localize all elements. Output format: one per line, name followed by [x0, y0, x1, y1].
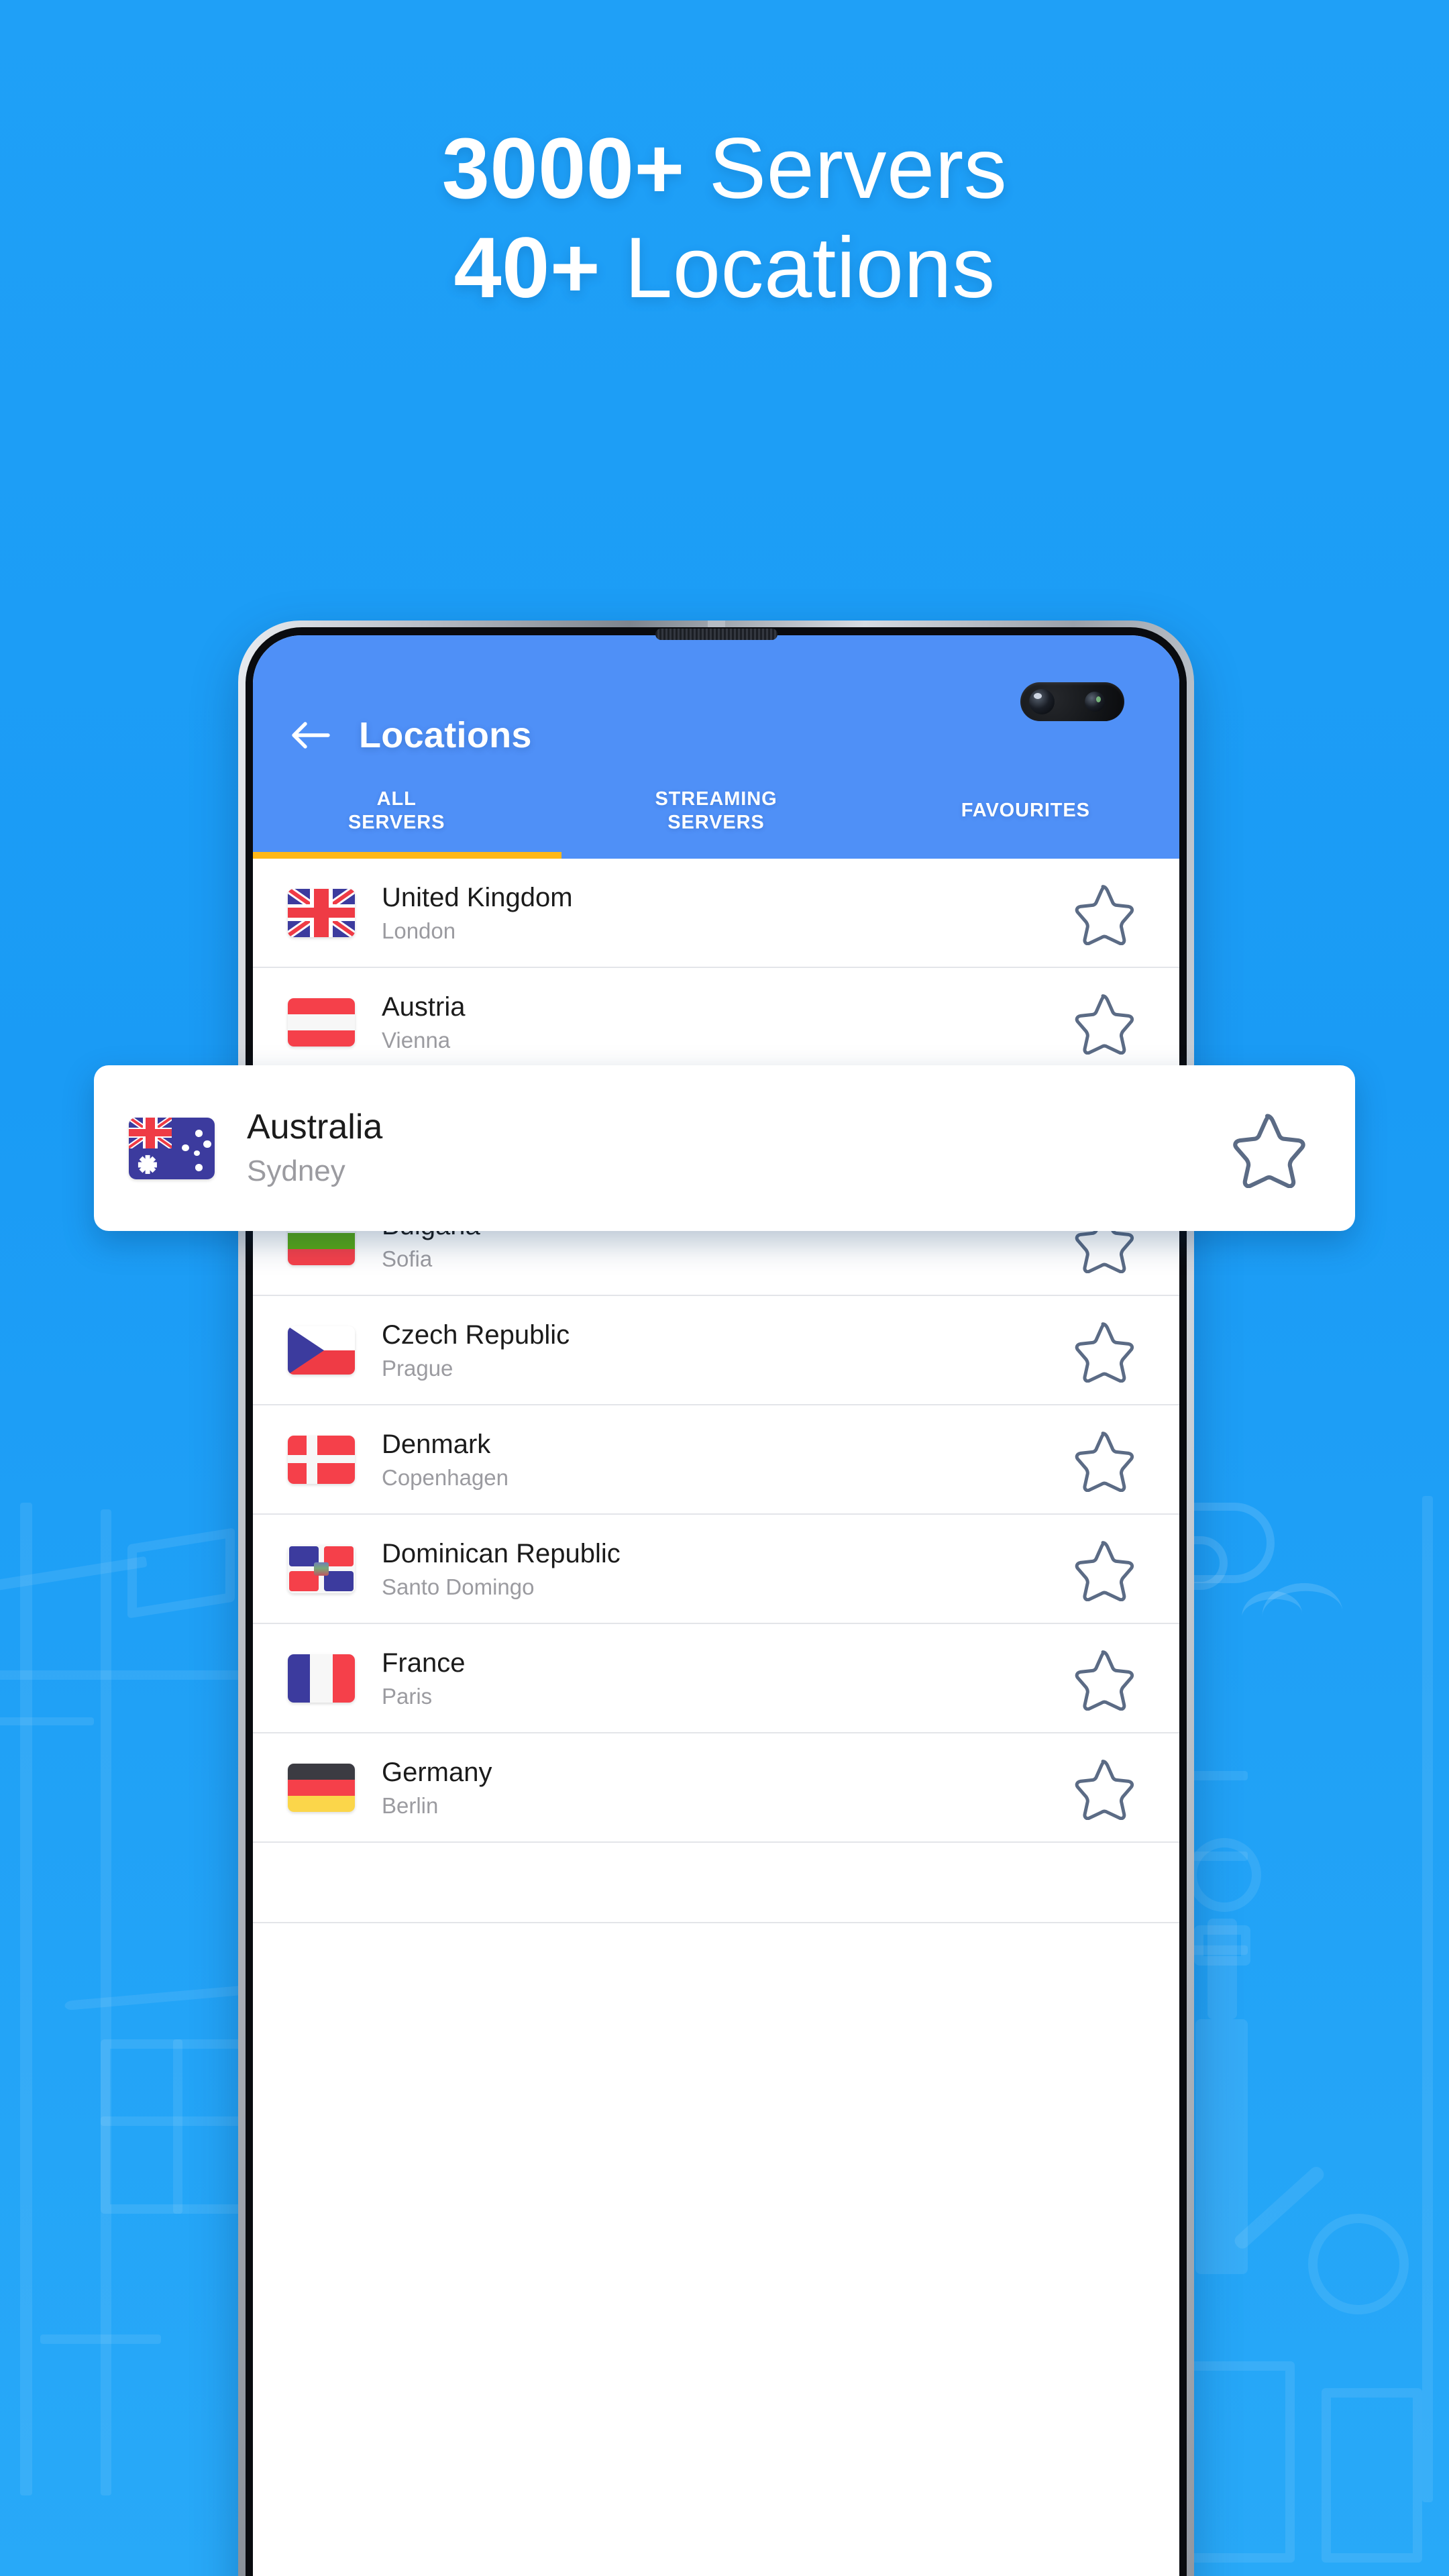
page-title: Locations	[359, 715, 532, 755]
city-name: Berlin	[382, 1792, 439, 1818]
country-name: Austria	[382, 991, 466, 1022]
highlighted-location-card[interactable]: Australia Sydney	[94, 1065, 1355, 1231]
country-name: United Kingdom	[382, 882, 573, 912]
star-outline-icon[interactable]	[1071, 1428, 1135, 1492]
locations-list: United Kingdom London Austria Vienna Sof…	[253, 859, 1179, 1923]
table-row[interactable]: Denmark Copenhagen	[253, 1405, 1179, 1515]
country-name: Denmark	[382, 1429, 491, 1459]
flag-uk-icon	[288, 888, 355, 937]
tab-all-servers[interactable]: ALL SERVERS	[253, 773, 561, 859]
tab-streaming-servers-line1: STREAMING	[655, 788, 777, 810]
city-name: Sofia	[382, 1246, 433, 1271]
phone-mockup: Locations ALL SERVERS STREAMING SERVERS FA…	[238, 621, 1194, 2576]
headline-line-2-strong: 40+	[453, 220, 601, 317]
country-name: France	[382, 1648, 466, 1678]
table-row[interactable]: Germany Berlin	[253, 1733, 1179, 1843]
row-text: Czech Republic Prague	[382, 1320, 1071, 1381]
table-row[interactable]: United Kingdom London	[253, 859, 1179, 968]
tab-streaming-servers-line2: SERVERS	[667, 812, 765, 833]
city-name: Vienna	[382, 1027, 451, 1053]
table-row[interactable]: Austria Vienna	[253, 968, 1179, 1077]
city-name: Sydney	[247, 1155, 345, 1188]
tab-favourites[interactable]: FAVOURITES	[871, 773, 1179, 859]
city-name: Paris	[382, 1683, 433, 1709]
city-name: London	[382, 918, 456, 943]
flag-austria-icon	[288, 998, 355, 1046]
flag-dominican-republic-icon	[288, 1544, 355, 1593]
country-name: Australia	[247, 1108, 383, 1147]
row-text: Germany Berlin	[382, 1757, 1071, 1819]
promo-headline: 3000+ Servers 40+ Locations	[0, 119, 1449, 319]
star-outline-icon[interactable]	[1071, 1646, 1135, 1711]
row-text: United Kingdom London	[382, 882, 1071, 944]
table-row[interactable]	[253, 1843, 1179, 1923]
headline-line-1: 3000+ Servers	[0, 119, 1449, 219]
row-text: Austria Vienna	[382, 991, 1071, 1053]
country-name: Czech Republic	[382, 1320, 570, 1350]
tab-all-servers-line1: ALL	[376, 788, 417, 810]
headline-line-2: 40+ Locations	[0, 219, 1449, 318]
earpiece-speaker-icon	[655, 629, 777, 640]
star-outline-icon[interactable]	[1071, 1318, 1135, 1383]
star-outline-icon[interactable]	[1071, 1537, 1135, 1601]
country-name: Germany	[382, 1757, 492, 1787]
headline-line-2-rest: Locations	[600, 220, 996, 317]
row-text: Denmark Copenhagen	[382, 1429, 1071, 1491]
headline-line-1-rest: Servers	[684, 121, 1008, 217]
country-name: Dominican Republic	[382, 1538, 621, 1568]
tab-streaming-servers[interactable]: STREAMING SERVERS	[561, 773, 870, 859]
header-bar: Locations	[253, 714, 1179, 756]
row-text: Dominican Republic Santo Domingo	[382, 1538, 1071, 1600]
flag-australia-icon	[129, 1117, 215, 1179]
city-name: Santo Domingo	[382, 1574, 535, 1599]
flag-denmark-icon	[288, 1435, 355, 1484]
city-name: Copenhagen	[382, 1464, 509, 1490]
row-text: Australia Sydney	[247, 1108, 1228, 1188]
active-tab-indicator	[253, 852, 562, 859]
phone-screen: Locations ALL SERVERS STREAMING SERVERS FA…	[253, 635, 1179, 2576]
star-outline-icon[interactable]	[1071, 990, 1135, 1055]
headline-line-1-strong: 3000+	[441, 121, 685, 217]
flag-germany-icon	[288, 1763, 355, 1812]
app-header: Locations ALL SERVERS STREAMING SERVERS FA…	[253, 635, 1179, 859]
flag-czech-icon	[288, 1326, 355, 1375]
star-outline-icon[interactable]	[1228, 1109, 1307, 1188]
phone-top-nub	[707, 621, 725, 627]
row-text: France Paris	[382, 1648, 1071, 1709]
star-outline-icon[interactable]	[1071, 1756, 1135, 1820]
promo-screenshot: 3000+ Servers 40+ Locations Locations AL…	[0, 0, 1449, 2576]
tab-favourites-label: FAVOURITES	[961, 800, 1090, 822]
table-row[interactable]: France Paris	[253, 1624, 1179, 1733]
tab-all-servers-line2: SERVERS	[347, 812, 445, 833]
table-row[interactable]: Czech Republic Prague	[253, 1296, 1179, 1405]
tab-bar: ALL SERVERS STREAMING SERVERS FAVOURITES	[253, 773, 1179, 859]
city-name: Prague	[382, 1355, 453, 1381]
flag-france-icon	[288, 1654, 355, 1703]
table-row[interactable]: Dominican Republic Santo Domingo	[253, 1515, 1179, 1624]
star-outline-icon[interactable]	[1071, 881, 1135, 945]
back-arrow-icon[interactable]	[288, 715, 332, 755]
